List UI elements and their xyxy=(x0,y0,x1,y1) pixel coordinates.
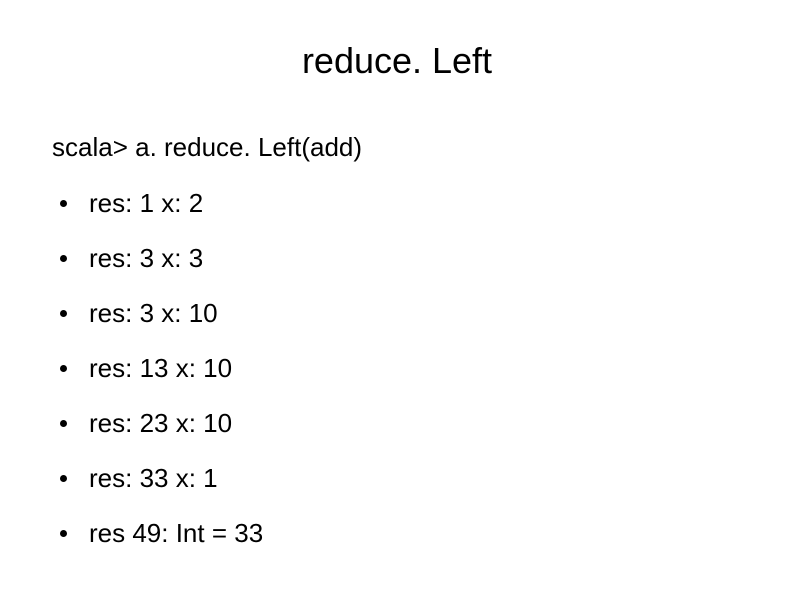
list-item: res: 23 x: 10 xyxy=(60,408,744,439)
slide-title: reduce. Left xyxy=(50,40,744,82)
list-item: res: 33 x: 1 xyxy=(60,463,744,494)
bullet-icon xyxy=(60,310,67,317)
list-item: res 49: Int = 33 xyxy=(60,518,744,549)
list-item: res: 3 x: 3 xyxy=(60,243,744,274)
bullet-icon xyxy=(60,420,67,427)
scala-prompt: scala> a. reduce. Left(add) xyxy=(52,132,744,163)
bullet-icon xyxy=(60,200,67,207)
bullet-icon xyxy=(60,475,67,482)
bullet-icon xyxy=(60,530,67,537)
list-item: res: 3 x: 10 xyxy=(60,298,744,329)
list-item-text: res: 33 x: 1 xyxy=(89,463,218,494)
bullet-icon xyxy=(60,365,67,372)
list-item-text: res 49: Int = 33 xyxy=(89,518,263,549)
output-list: res: 1 x: 2 res: 3 x: 3 res: 3 x: 10 res… xyxy=(60,188,744,549)
list-item: res: 1 x: 2 xyxy=(60,188,744,219)
list-item-text: res: 13 x: 10 xyxy=(89,353,232,384)
list-item: res: 13 x: 10 xyxy=(60,353,744,384)
list-item-text: res: 3 x: 3 xyxy=(89,243,203,274)
bullet-icon xyxy=(60,255,67,262)
list-item-text: res: 23 x: 10 xyxy=(89,408,232,439)
list-item-text: res: 1 x: 2 xyxy=(89,188,203,219)
slide-container: reduce. Left scala> a. reduce. Left(add)… xyxy=(0,0,794,595)
list-item-text: res: 3 x: 10 xyxy=(89,298,218,329)
